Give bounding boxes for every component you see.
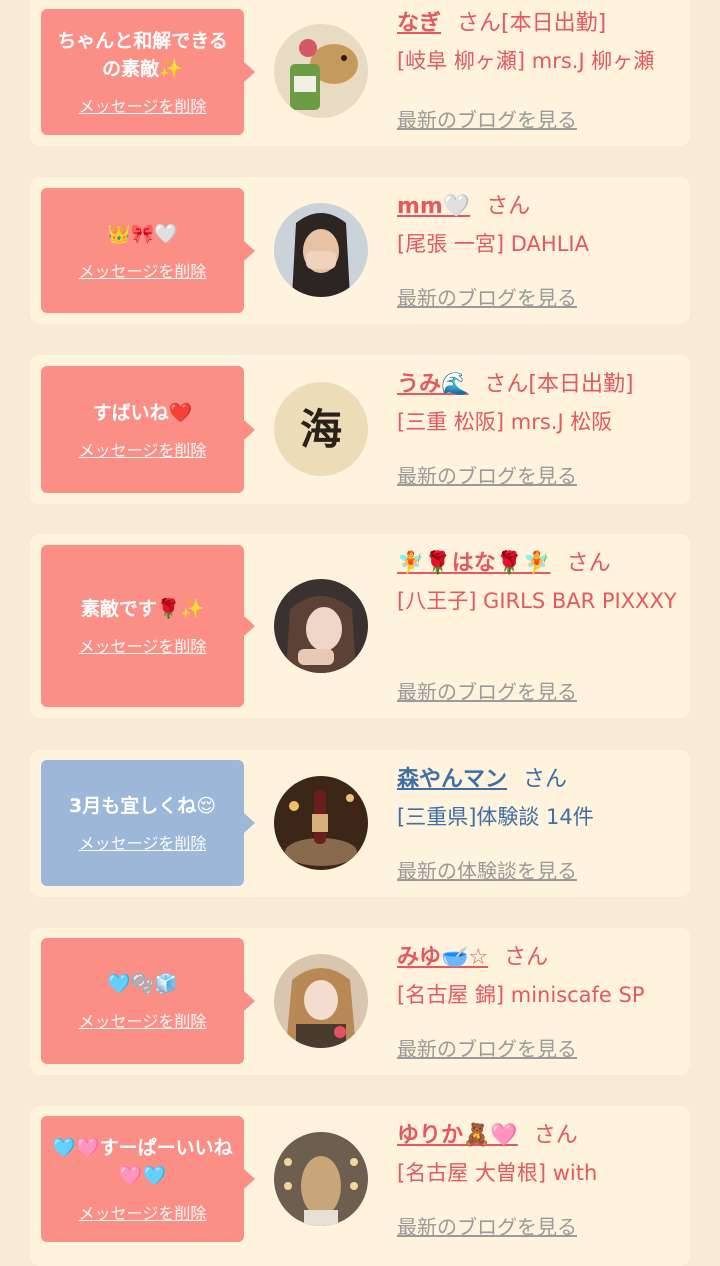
shop-name: [岐阜 柳ヶ瀬] mrs.J 柳ヶ瀬 — [397, 49, 655, 73]
message-card: 🩵🫧🧊 メッセージを削除 みゆ🥣☆ さん [名古屋 錦] miniscafe SP… — [30, 928, 690, 1075]
member-name-link[interactable]: なぎ — [397, 11, 441, 36]
shop-name: [尾張 一宮] DAHLIA — [397, 232, 589, 256]
member-honorific: さん — [504, 945, 549, 970]
avatar[interactable] — [274, 203, 368, 297]
latest-blog-link[interactable]: 最新のブログを見る — [397, 282, 577, 311]
shop-name: [名古屋 錦] miniscafe SP — [397, 983, 645, 1007]
message-card: 👑🎀🤍 メッセージを削除 mm🤍 さん [尾張 一宮] DAHLIA 最新のブログ… — [30, 177, 690, 324]
member-info: mm🤍 さん [尾張 一宮] DAHLIA — [397, 192, 687, 263]
message-bubble: 🩵🩷すーぱーいいね🩷🩵 メッセージを削除 — [41, 1116, 255, 1242]
message-bubble: 👑🎀🤍 メッセージを削除 — [41, 188, 255, 313]
shop-name: [八王子] GIRLS BAR PIXXXY — [397, 589, 677, 613]
member-name-link[interactable]: 森やんマン — [397, 767, 507, 792]
shop-name: [三重 松阪] mrs.J 松阪 — [397, 410, 613, 434]
member-honorific: さん[本日出勤] — [484, 372, 634, 397]
delete-message-link[interactable]: メッセージを削除 — [79, 93, 207, 117]
member-info: ゆりか🧸🩷 さん [名古屋 大曽根] with — [397, 1121, 687, 1192]
member-name-link[interactable]: mm🤍 — [397, 194, 470, 219]
message-bubble: すばいね❤️ メッセージを削除 — [41, 366, 255, 493]
delete-message-link[interactable]: メッセージを削除 — [79, 258, 207, 282]
member-honorific: さん — [533, 1123, 578, 1148]
shop-name: [名古屋 大曽根] with — [397, 1161, 598, 1185]
delete-message-link[interactable]: メッセージを削除 — [79, 437, 207, 461]
message-bubble: 3月も宜しくね😌 メッセージを削除 — [41, 760, 255, 886]
member-info: なぎ さん[本日出勤] [岐阜 柳ヶ瀬] mrs.J 柳ヶ瀬 — [397, 9, 687, 80]
member-honorific: さん — [486, 194, 531, 219]
member-honorific: さん — [523, 767, 568, 792]
message-text: 🩵🩷すーぱーいいね🩷🩵 — [52, 1137, 233, 1187]
message-text: 素敵です🌹✨ — [80, 598, 205, 620]
avatar[interactable] — [274, 954, 368, 1048]
avatar-kanji: 海 — [300, 405, 342, 454]
message-bubble: ちゃんと和解できるの素敵✨ メッセージを削除 — [41, 9, 255, 135]
latest-blog-link[interactable]: 最新のブログを見る — [397, 1033, 577, 1062]
message-bubble: 🩵🫧🧊 メッセージを削除 — [41, 938, 255, 1064]
avatar[interactable] — [274, 776, 368, 870]
member-info: みゆ🥣☆ さん [名古屋 錦] miniscafe SP — [397, 943, 687, 1014]
review-count: [三重県]体験談 14件 — [397, 805, 594, 829]
latest-review-link[interactable]: 最新の体験談を見る — [397, 855, 577, 884]
member-name-link[interactable]: ゆりか🧸🩷 — [397, 1123, 518, 1148]
latest-blog-link[interactable]: 最新のブログを見る — [397, 460, 577, 489]
message-text: すばいね❤️ — [92, 401, 193, 424]
message-card: ちゃんと和解できるの素敵✨ メッセージを削除 なぎ さん[本日出勤] [岐阜 柳ヶ… — [30, 0, 690, 146]
member-name-link[interactable]: うみ🌊 — [397, 372, 468, 397]
message-text: 3月も宜しくね😌 — [68, 795, 217, 817]
member-honorific: さん[本日出勤] — [457, 11, 607, 36]
message-text: 👑🎀🤍 — [107, 222, 178, 245]
message-card: 3月も宜しくね😌 メッセージを削除 森やんマン さん [三重県]体験談 14件 最… — [30, 750, 690, 897]
delete-message-link[interactable]: メッセージを削除 — [79, 633, 207, 657]
latest-blog-link[interactable]: 最新のブログを見る — [397, 676, 577, 705]
message-card: 🩵🩷すーぱーいいね🩷🩵 メッセージを削除 ゆりか🧸🩷 さん [名古屋 大曽根] w… — [30, 1106, 690, 1266]
avatar[interactable] — [274, 1132, 368, 1226]
latest-blog-link[interactable]: 最新のブログを見る — [397, 1211, 577, 1240]
avatar[interactable] — [274, 24, 368, 118]
member-info: うみ🌊 さん[本日出勤] [三重 松阪] mrs.J 松阪 — [397, 370, 687, 441]
message-bubble: 素敵です🌹✨ メッセージを削除 — [41, 545, 255, 707]
member-info: 🧚🌹はな🌹🧚 さん [八王子] GIRLS BAR PIXXXY — [397, 549, 687, 620]
delete-message-link[interactable]: メッセージを削除 — [79, 1200, 207, 1224]
avatar[interactable]: 海 — [274, 382, 368, 476]
avatar[interactable] — [274, 579, 368, 673]
latest-blog-link[interactable]: 最新のブログを見る — [397, 104, 577, 133]
member-honorific: さん — [566, 551, 611, 576]
member-info: 森やんマン さん [三重県]体験談 14件 — [397, 765, 687, 836]
delete-message-link[interactable]: メッセージを削除 — [79, 830, 207, 854]
message-card: すばいね❤️ メッセージを削除 海 うみ🌊 さん[本日出勤] [三重 松阪] mr… — [30, 355, 690, 504]
member-name-link[interactable]: みゆ🥣☆ — [397, 945, 488, 970]
message-card: 素敵です🌹✨ メッセージを削除 🧚🌹はな🌹🧚 さん [八王子] GIRLS BAR… — [30, 534, 690, 718]
message-text: ちゃんと和解できるの素敵✨ — [57, 30, 228, 80]
member-name-link[interactable]: 🧚🌹はな🌹🧚 — [397, 551, 551, 576]
message-text: 🩵🫧🧊 — [107, 973, 178, 995]
message-list: ちゃんと和解できるの素敵✨ メッセージを削除 なぎ さん[本日出勤] [岐阜 柳ヶ… — [0, 0, 720, 1266]
delete-message-link[interactable]: メッセージを削除 — [79, 1008, 207, 1032]
